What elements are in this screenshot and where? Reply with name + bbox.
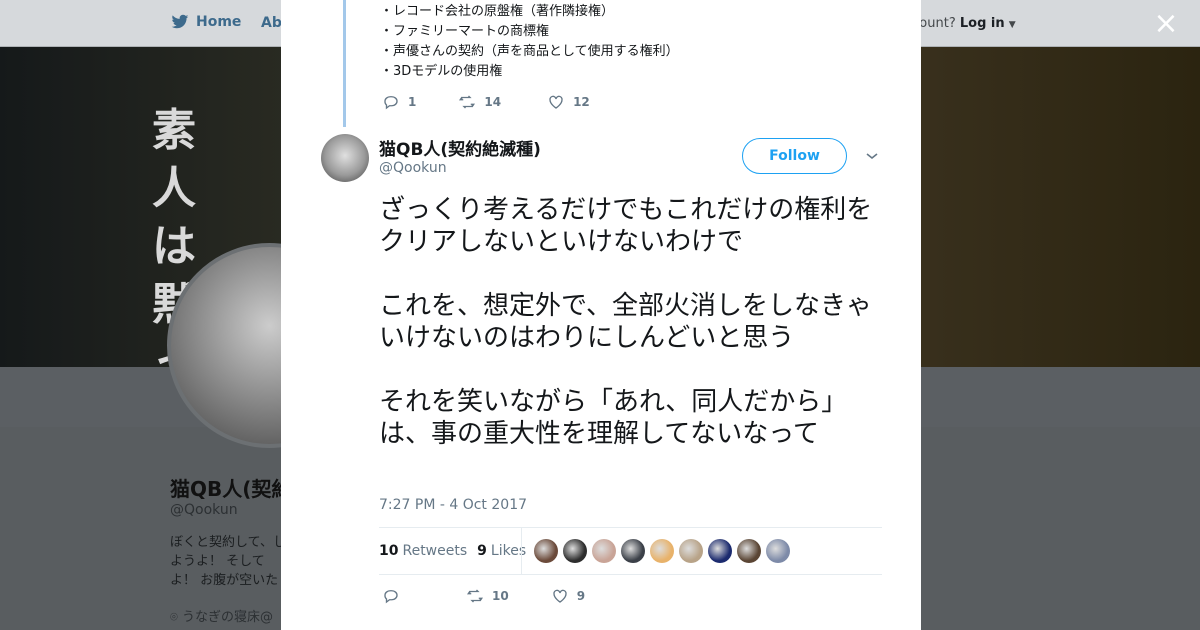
thread-connector bbox=[343, 0, 346, 127]
author-handle[interactable]: @Qookun bbox=[379, 160, 447, 176]
like-count: 9 bbox=[576, 589, 586, 603]
retweet-action[interactable]: 10 bbox=[466, 587, 509, 605]
retweet-count: 14 bbox=[484, 95, 502, 109]
reply-count: 1 bbox=[408, 95, 417, 109]
retweet-icon bbox=[466, 589, 484, 603]
liker-avatar[interactable] bbox=[679, 539, 703, 563]
previous-tweet-actions: 1 14 12 bbox=[382, 93, 618, 111]
retweet-count: 10 bbox=[492, 589, 509, 603]
liker-avatar[interactable] bbox=[737, 539, 761, 563]
profile-location-text: うなぎの寝床@ bbox=[181, 610, 273, 625]
profile-name: 猫QB人(契約 bbox=[170, 477, 292, 501]
tweet-paragraph: それを笑いながら「あれ、同人だから」は、事の重大性を理解してないなって bbox=[379, 387, 848, 449]
previous-tweet-text: ・レコード会社の原盤権（著作隣接権） ・ファミリーマートの商標権 ・声優さんの契… bbox=[380, 2, 679, 82]
like-count: 12 bbox=[573, 95, 590, 109]
tweet-timestamp[interactable]: 7:27 PM - 4 Oct 2017 bbox=[379, 497, 527, 513]
liker-avatar[interactable] bbox=[592, 539, 616, 563]
previous-tweet-line: ・レコード会社の原盤権（著作隣接権） bbox=[380, 4, 615, 19]
previous-tweet-line: ・3Dモデルの使用権 bbox=[380, 64, 503, 79]
retweet-action[interactable]: 14 bbox=[458, 93, 501, 111]
nav-home[interactable]: Home bbox=[170, 13, 241, 31]
tweet-actions: 10 9 bbox=[382, 587, 613, 605]
tweet-text: ざっくり考えるだけでもこれだけの権利をクリアしないといけないわけで これを、想定… bbox=[379, 194, 884, 482]
login-label: Log in bbox=[959, 16, 1005, 31]
liker-avatar[interactable] bbox=[534, 539, 558, 563]
nav-home-label: Home bbox=[196, 14, 242, 30]
tweet-modal: ・レコード会社の原盤権（著作隣接権） ・ファミリーマートの商標権 ・声優さんの契… bbox=[281, 0, 921, 630]
login-link[interactable]: ccount? Log in ▼ bbox=[905, 16, 1016, 31]
tweet-paragraph: これを、想定外で、全部火消しをしなきゃいけないのはわりにしんどいと思う bbox=[379, 291, 872, 353]
reply-icon bbox=[384, 590, 398, 604]
location-pin-icon: ⌾ bbox=[170, 610, 178, 625]
reply-icon bbox=[384, 96, 398, 110]
caret-down-icon: ▼ bbox=[1008, 20, 1016, 30]
liker-avatar[interactable] bbox=[708, 539, 732, 563]
reply-action[interactable] bbox=[382, 587, 408, 605]
reply-action[interactable]: 1 bbox=[382, 93, 416, 111]
author-name[interactable]: 猫QB人(契約絶滅種) bbox=[379, 135, 541, 160]
like-action[interactable]: 9 bbox=[551, 587, 585, 605]
liker-avatar[interactable] bbox=[563, 539, 587, 563]
liker-avatar[interactable] bbox=[650, 539, 674, 563]
profile-location: ⌾ うなぎの寝床@ bbox=[170, 606, 273, 625]
heart-icon bbox=[553, 589, 567, 603]
retweets-count: 10 bbox=[379, 543, 399, 559]
author-avatar[interactable] bbox=[321, 134, 369, 182]
like-action[interactable]: 12 bbox=[547, 93, 590, 111]
retweets-stat[interactable]: 10 Retweets bbox=[379, 543, 467, 559]
liker-avatar[interactable] bbox=[766, 539, 790, 563]
twitter-bird-icon bbox=[171, 14, 189, 29]
previous-tweet-line: ・声優さんの契約（声を商品として使用する権利） bbox=[380, 44, 679, 59]
profile-bio: ぼくと契約して、しようよ！ そしてよ！ お腹が空いた bbox=[170, 535, 286, 588]
close-modal-button[interactable]: × bbox=[1152, 9, 1180, 39]
likes-count: 9 bbox=[477, 543, 487, 559]
heart-icon bbox=[549, 95, 563, 109]
retweets-label: Retweets bbox=[402, 543, 468, 559]
tweet-stats: 10 Retweets 9 Likes bbox=[379, 527, 882, 575]
profile-handle: @Qookun bbox=[170, 502, 238, 518]
liker-avatar[interactable] bbox=[621, 539, 645, 563]
likes-stat[interactable]: 9 Likes bbox=[477, 543, 526, 559]
chevron-down-icon[interactable] bbox=[864, 148, 880, 164]
follow-button[interactable]: Follow bbox=[742, 138, 847, 174]
likers-list bbox=[534, 539, 790, 563]
tweet-paragraph: ざっくり考えるだけでもこれだけの権利をクリアしないといけないわけで bbox=[379, 195, 873, 257]
stats-divider bbox=[521, 528, 522, 575]
retweet-icon bbox=[459, 95, 476, 109]
previous-tweet-line: ・ファミリーマートの商標権 bbox=[380, 24, 550, 39]
